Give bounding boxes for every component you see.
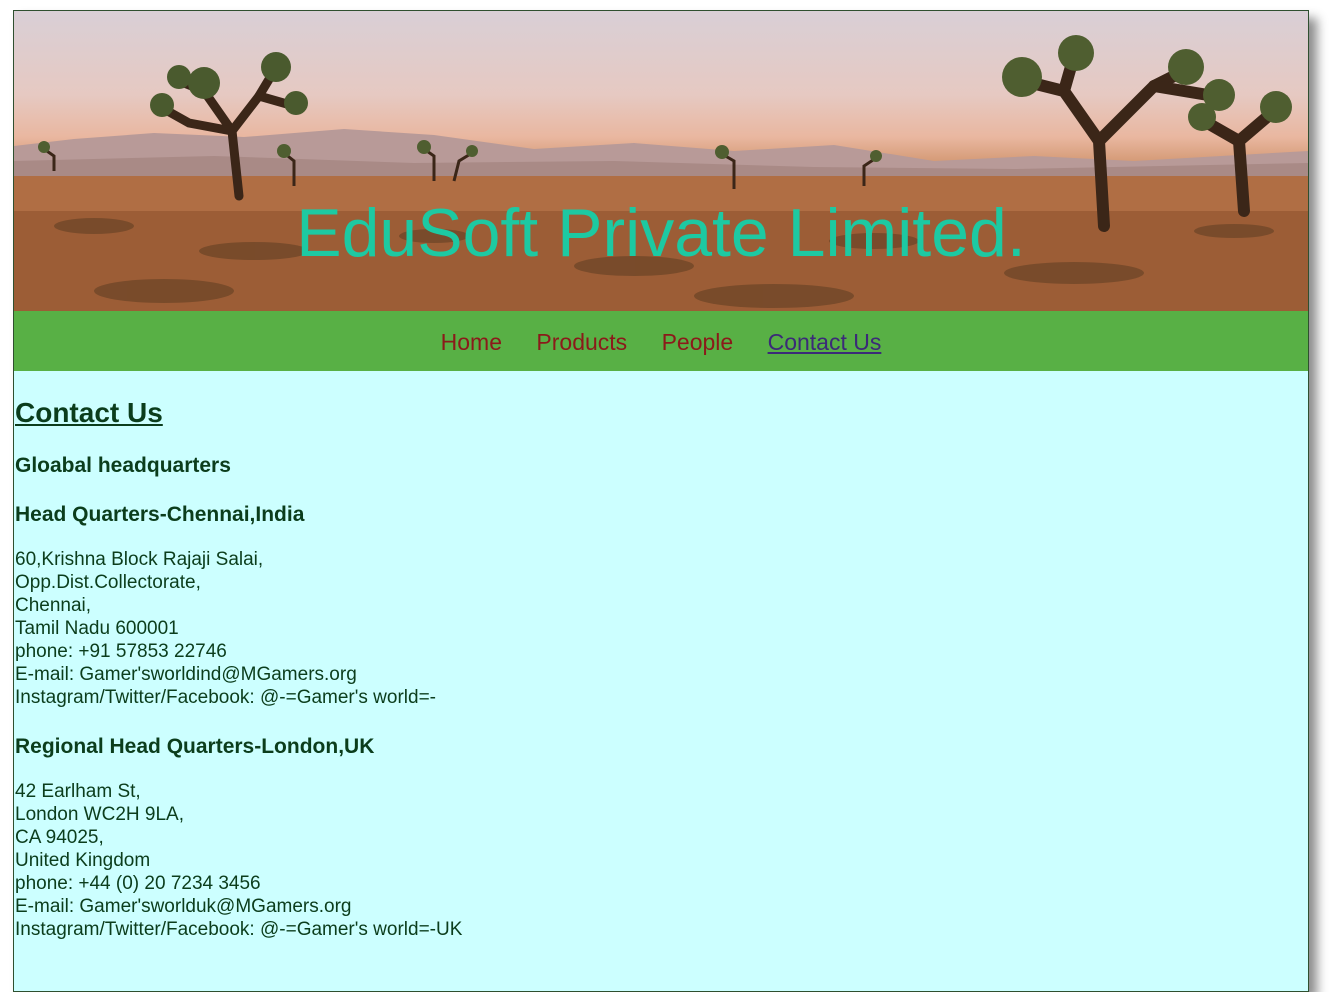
main-content: Contact Us Gloabal headquarters Head Qua… [14, 371, 1308, 941]
phone-text: phone: +44 (0) 20 7234 3456 [15, 873, 261, 894]
nav-products-link[interactable]: Products [536, 311, 627, 373]
address-line: Opp.Dist.Collectorate, [15, 572, 201, 593]
email-text: E-mail: Gamer'sworlduk@MGamers.org [15, 896, 352, 917]
nav-people-link[interactable]: People [662, 311, 734, 373]
social-text: Instagram/Twitter/Facebook: @-=Gamer's w… [15, 919, 463, 940]
address-line: 60,Krishna Block Rajaji Salai, [15, 549, 264, 570]
address-line: 42 Earlham St, [15, 781, 141, 802]
address-block-london: 42 Earlham St, London WC2H 9LA, CA 94025… [15, 780, 1308, 941]
address-line: CA 94025, [15, 827, 104, 848]
social-text: Instagram/Twitter/Facebook: @-=Gamer's w… [15, 687, 436, 708]
address-line: Tamil Nadu 600001 [15, 618, 179, 639]
email-text: E-mail: Gamer'sworldind@MGamers.org [15, 664, 357, 685]
office-heading-london: Regional Head Quarters-London,UK [15, 735, 375, 758]
address-line: Chennai, [15, 595, 92, 616]
page-title: Contact Us [15, 397, 163, 428]
section-heading: Gloabal headquarters [15, 454, 231, 477]
nav-home-link[interactable]: Home [441, 311, 502, 373]
main-navigation: Home Products People Contact Us [14, 311, 1308, 371]
address-line: United Kingdom [15, 850, 151, 871]
phone-text: phone: +91 57853 22746 [15, 641, 227, 662]
site-title: EduSoft Private Limited. [296, 195, 1026, 271]
header-banner: EduSoft Private Limited. [14, 11, 1308, 311]
office-heading-chennai: Head Quarters-Chennai,India [15, 503, 305, 526]
address-line: London WC2H 9LA, [15, 804, 184, 825]
nav-contact-us-link[interactable]: Contact Us [768, 311, 882, 373]
address-block-chennai: 60,Krishna Block Rajaji Salai, Opp.Dist.… [15, 548, 1308, 709]
page-frame: EduSoft Private Limited. Home Products P… [13, 10, 1309, 992]
